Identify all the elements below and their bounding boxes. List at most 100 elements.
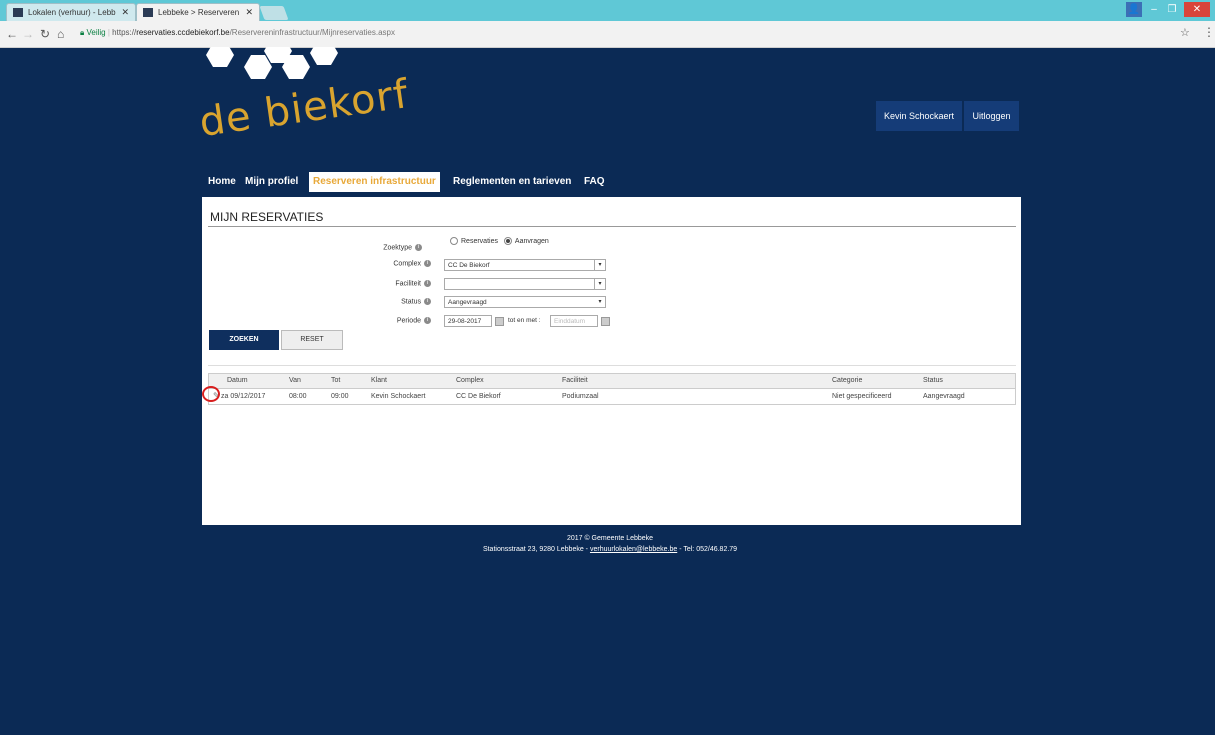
- browser-menu-icon[interactable]: ⋮: [1203, 25, 1215, 39]
- nav-item-faq[interactable]: FAQ: [584, 172, 605, 192]
- cell-klant: Kevin Schockaert: [371, 393, 426, 400]
- periode-end-input[interactable]: Einddatum: [550, 315, 598, 327]
- footer-address: Stationsstraat 23, 9280 Lebbeke -: [482, 546, 589, 553]
- user-name-button[interactable]: Kevin Schockaert: [876, 101, 962, 131]
- nav-item-home[interactable]: Home: [208, 172, 236, 192]
- logo-hex: [206, 47, 234, 67]
- complex-select[interactable]: CC De Biekorf ▾: [444, 259, 606, 271]
- radio-label: Reservaties: [461, 237, 498, 245]
- browser-tab-2[interactable]: Lebbeke > Reserveren in ✕: [136, 3, 260, 21]
- radio-reservaties[interactable]: Reservaties: [450, 237, 498, 245]
- cell-faciliteit: Podiumzaal: [562, 393, 599, 400]
- column-header-faciliteit[interactable]: Faciliteit: [562, 377, 588, 384]
- nav-item-reserveren[interactable]: Reserveren infrastructuur: [309, 172, 440, 192]
- info-icon[interactable]: i: [424, 280, 431, 287]
- complex-value: CC De Biekorf: [448, 262, 490, 269]
- cell-datum: za 09/12/2017: [221, 393, 266, 400]
- zoektype-label: Zoektype i: [362, 243, 422, 251]
- cell-complex: CC De Biekorf: [456, 393, 501, 400]
- footer-contact: Stationsstraat 23, 9280 Lebbeke - verhuu…: [400, 546, 820, 553]
- faciliteit-label-text: Faciliteit: [395, 280, 421, 288]
- browser-tab-1[interactable]: Lokalen (verhuur) - Lebb ✕: [6, 3, 136, 21]
- url-scheme: https://: [112, 28, 137, 37]
- status-value: Aangevraagd: [448, 299, 487, 306]
- logo-hex: [244, 55, 272, 79]
- cell-van: 08:00: [289, 393, 307, 400]
- back-icon[interactable]: ←: [6, 27, 18, 41]
- favicon-icon: [143, 8, 153, 17]
- favicon-icon: [13, 8, 23, 17]
- home-icon[interactable]: ⌂: [57, 27, 64, 41]
- cell-tot: 09:00: [331, 393, 349, 400]
- divider: [208, 226, 1016, 227]
- radio-icon[interactable]: [503, 237, 512, 245]
- info-icon[interactable]: i: [424, 298, 431, 305]
- new-tab-button[interactable]: [259, 6, 289, 20]
- status-select[interactable]: Aangevraagd ▾: [444, 296, 606, 308]
- info-icon[interactable]: i: [415, 243, 422, 251]
- faciliteit-select[interactable]: ▾: [444, 278, 606, 290]
- periode-label: Periode i: [371, 317, 431, 324]
- chevron-down-icon[interactable]: ▾: [595, 297, 605, 307]
- info-icon[interactable]: i: [424, 317, 431, 324]
- table-header: Datum Van Tot Klant Complex Faciliteit C…: [209, 374, 1015, 389]
- browser-titlebar: Lokalen (verhuur) - Lebb ✕ Lebbeke > Res…: [0, 0, 1215, 21]
- calendar-icon[interactable]: [601, 317, 610, 326]
- periode-start-input[interactable]: 29-08-2017: [444, 315, 492, 327]
- info-icon[interactable]: i: [424, 260, 431, 267]
- logout-button[interactable]: Uitloggen: [964, 101, 1019, 131]
- browser-address-bar: ← → ↻ ⌂ 🔒︎ Veilig | https://reservaties.…: [0, 21, 1215, 48]
- radio-aanvragen[interactable]: Aanvragen: [503, 237, 549, 245]
- profile-icon[interactable]: 👤: [1126, 2, 1142, 17]
- column-header-complex[interactable]: Complex: [456, 377, 484, 384]
- cell-status: Aangevraagd: [923, 393, 965, 400]
- nav-item-mijn-profiel[interactable]: Mijn profiel: [245, 172, 298, 192]
- complex-label-text: Complex: [393, 260, 421, 268]
- column-header-tot[interactable]: Tot: [331, 377, 340, 384]
- cell-categorie: Niet gespecificeerd: [832, 393, 892, 400]
- url-field[interactable]: 🔒︎ Veilig | https://reservaties.ccdebiek…: [80, 24, 1180, 42]
- footer-tel: - Tel: 052/46.82.79: [679, 546, 738, 553]
- url-host: reservaties.ccdebiekorf.be: [136, 28, 230, 37]
- column-header-datum[interactable]: Datum: [227, 377, 248, 384]
- maximize-icon[interactable]: ❐: [1164, 2, 1180, 17]
- zoektype-label-text: Zoektype: [383, 244, 412, 251]
- logo-hex: [310, 47, 338, 65]
- reservations-table: Datum Van Tot Klant Complex Faciliteit C…: [208, 373, 1016, 405]
- bookmark-star-icon[interactable]: ☆: [1180, 26, 1190, 39]
- zoektype-row: Zoektype i: [362, 236, 422, 254]
- status-label-text: Status: [401, 298, 421, 306]
- chevron-down-icon[interactable]: ▾: [594, 260, 605, 270]
- zoeken-button[interactable]: ZOEKEN: [209, 330, 279, 350]
- column-header-categorie[interactable]: Categorie: [832, 377, 862, 384]
- footer-email-link[interactable]: verhuurlokalen@lebbeke.be: [590, 546, 677, 553]
- tot-en-met-label: tot en met :: [508, 317, 541, 324]
- footer-copyright: 2017 © Gemeente Lebbeke: [566, 535, 654, 542]
- status-label: Status i: [371, 298, 431, 305]
- close-window-icon[interactable]: ✕: [1184, 2, 1210, 17]
- faciliteit-label: Faciliteit i: [371, 280, 431, 287]
- calendar-icon[interactable]: [495, 317, 504, 326]
- chevron-down-icon[interactable]: ▾: [594, 279, 605, 289]
- minimize-icon[interactable]: –: [1146, 2, 1162, 17]
- content-panel: MIJN RESERVATIES Zoektype i Reservaties A…: [202, 197, 1021, 525]
- page-title: MIJN RESERVATIES: [210, 210, 324, 224]
- complex-label: Complex i: [371, 260, 431, 267]
- zoektype-options: Reservaties Aanvragen: [450, 237, 549, 245]
- secure-label: Veilig: [86, 28, 106, 37]
- radio-label: Aanvragen: [514, 237, 549, 245]
- nav-item-reglementen[interactable]: Reglementen en tarieven: [453, 172, 571, 192]
- reload-icon[interactable]: ↻: [40, 27, 50, 41]
- forward-icon[interactable]: →: [22, 27, 34, 41]
- radio-icon[interactable]: [450, 237, 458, 245]
- lock-icon: 🔒︎: [80, 28, 85, 37]
- close-tab-icon[interactable]: ✕: [245, 7, 253, 18]
- close-tab-icon[interactable]: ✕: [121, 7, 129, 18]
- column-header-van[interactable]: Van: [289, 377, 301, 384]
- reset-button[interactable]: RESET: [281, 330, 343, 350]
- periode-label-text: Periode: [396, 317, 421, 325]
- column-header-klant[interactable]: Klant: [371, 377, 387, 384]
- column-header-status[interactable]: Status: [923, 377, 943, 384]
- highlight-circle: [202, 386, 220, 402]
- tab-title: Lokalen (verhuur) - Lebb: [28, 8, 116, 17]
